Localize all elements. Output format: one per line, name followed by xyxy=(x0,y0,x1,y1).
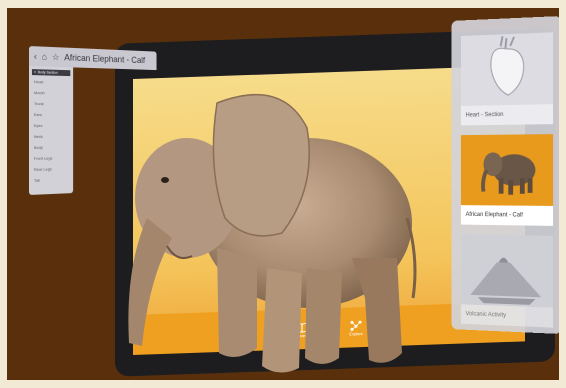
chevron-left-icon[interactable]: ‹ xyxy=(34,51,37,61)
menu-item-eyes[interactable]: Eyes xyxy=(32,123,70,134)
menu-item-trunk[interactable]: Trunk xyxy=(32,101,70,112)
card-volcanic-activity[interactable]: Volcanic Activity xyxy=(460,234,554,328)
star-icon[interactable]: ☆ xyxy=(52,51,60,62)
menu-selected-item[interactable]: ≡ Body Section xyxy=(31,69,71,77)
menu-list: ≡ Body Section Head Mouth Trunk Ears Eye… xyxy=(29,66,74,195)
card-label: African Elephant - Calf xyxy=(460,205,554,226)
menu-item-tail[interactable]: Tail xyxy=(32,177,70,189)
menu-item-ears[interactable]: Ears xyxy=(32,112,70,123)
menu-item-body[interactable]: Body xyxy=(32,144,70,156)
elephant-thumbnail xyxy=(460,134,554,206)
menu-item-head[interactable]: Head xyxy=(32,79,70,91)
heart-model-thumbnail xyxy=(460,32,554,106)
model-cards-panel: Heart - Section African Elephant - Calf xyxy=(451,16,559,334)
menu-selected-label: Body Section xyxy=(37,70,58,75)
ar-scene: Learn Explore ‹ ⌂ ☆ African Elephant - C… xyxy=(7,8,559,380)
menu-item-neck[interactable]: Neck xyxy=(32,134,70,145)
list-icon: ≡ xyxy=(33,70,36,75)
volcano-thumbnail xyxy=(460,234,554,308)
card-african-elephant-calf[interactable]: African Elephant - Calf xyxy=(460,134,554,226)
card-heart-section[interactable]: Heart - Section xyxy=(460,32,554,126)
page-title: African Elephant - Calf xyxy=(64,52,146,66)
body-parts-menu: ‹ ⌂ ☆ African Elephant - Calf ≡ Body Sec… xyxy=(29,46,157,195)
home-icon[interactable]: ⌂ xyxy=(42,52,47,62)
menu-item-mouth[interactable]: Mouth xyxy=(32,90,70,101)
card-label: Heart - Section xyxy=(460,104,554,126)
card-label: Volcanic Activity xyxy=(460,304,554,328)
